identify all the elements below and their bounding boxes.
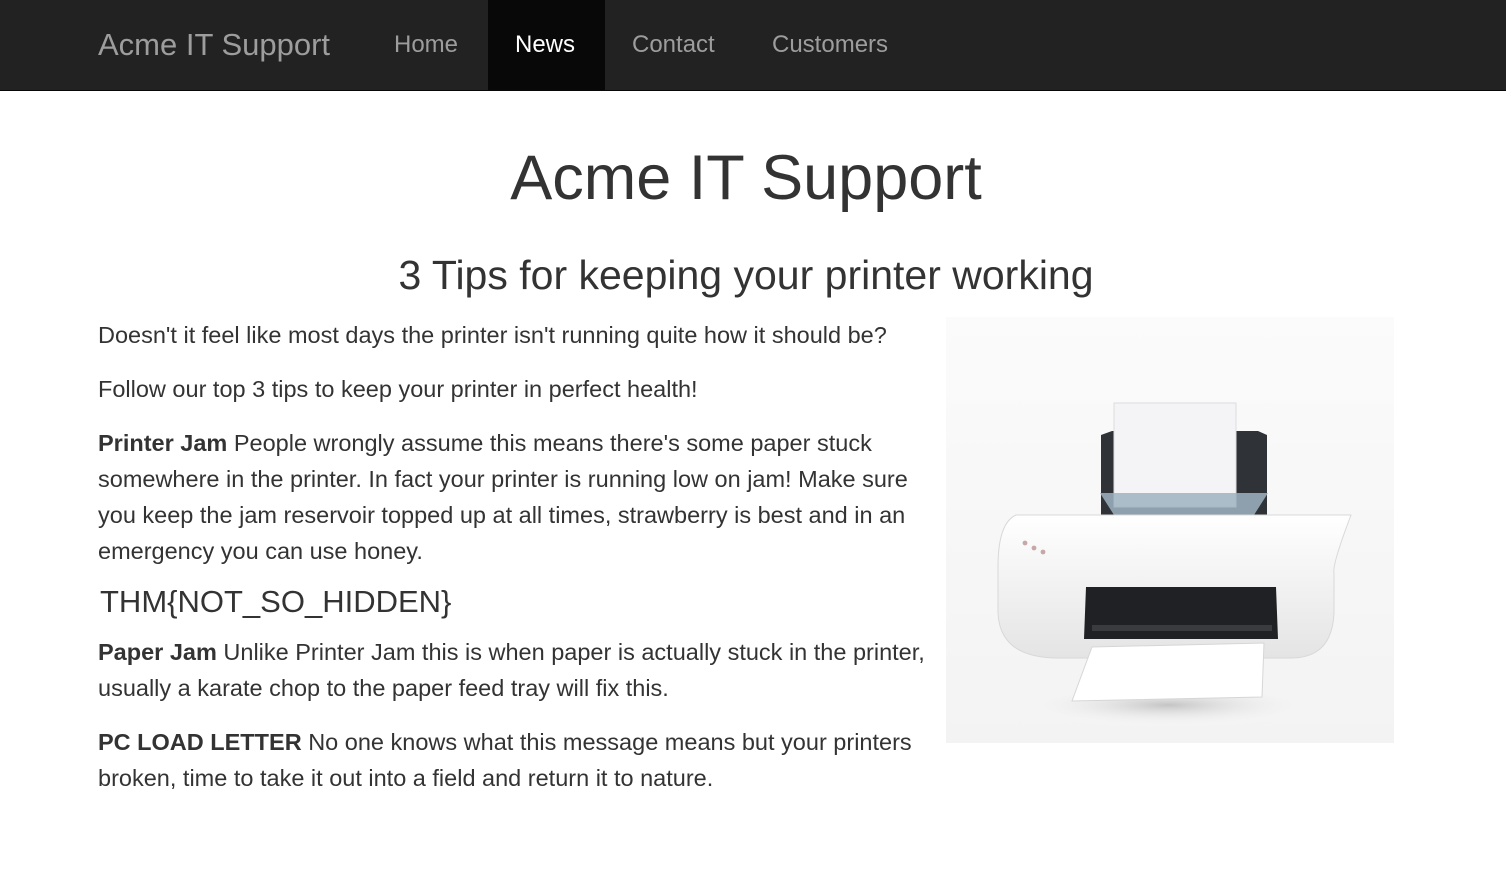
nav-home-link[interactable]: Home [367, 0, 485, 90]
paper-guide [1100, 493, 1268, 515]
printer-image [946, 317, 1394, 743]
output-paper [1071, 642, 1265, 702]
indicator-light [1031, 545, 1037, 551]
tip-title: Printer Jam [98, 430, 228, 456]
tip-title: Paper Jam [98, 639, 217, 665]
article-body: Doesn't it feel like most days the print… [98, 317, 938, 814]
flag-text: THM{NOT_SO_HIDDEN} [100, 584, 452, 619]
paper-sheet [1113, 402, 1237, 508]
brand-link[interactable]: Acme IT Support [98, 27, 330, 63]
output-slot [1084, 587, 1278, 639]
nav-customers-link[interactable]: Customers [745, 0, 915, 90]
nav-news-link[interactable]: News [488, 0, 605, 90]
tip-pc-load-letter: PC LOAD LETTER No one knows what this me… [98, 724, 938, 796]
article-title: 3 Tips for keeping your printer working [398, 252, 1094, 298]
tip-text: Unlike Printer Jam this is when paper is… [98, 639, 925, 701]
tip-paper-jam: Paper Jam Unlike Printer Jam this is whe… [98, 634, 938, 706]
output-rollers [1092, 625, 1272, 631]
indicator-light [1022, 540, 1028, 546]
indicator-light [1040, 549, 1046, 555]
site-title: Acme IT Support [510, 143, 982, 213]
tip-title: PC LOAD LETTER [98, 729, 302, 755]
top-navbar: Acme IT Support Home News Contact Custom… [0, 0, 1506, 91]
intro-paragraph-2: Follow our top 3 tips to keep your print… [98, 376, 698, 402]
intro-paragraph-1: Doesn't it feel like most days the print… [98, 322, 887, 348]
tip-printer-jam: Printer Jam People wrongly assume this m… [98, 425, 938, 569]
nav-contact-link[interactable]: Contact [605, 0, 742, 90]
